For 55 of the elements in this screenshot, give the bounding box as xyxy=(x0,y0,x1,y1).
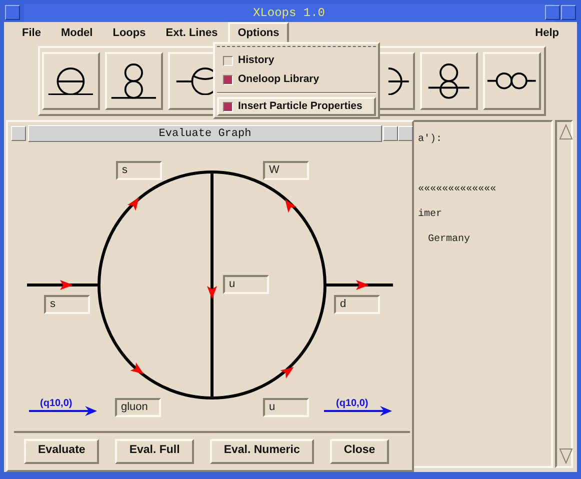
loop-diagram-icon xyxy=(427,62,471,100)
direction-arrow xyxy=(207,286,217,299)
external-line xyxy=(27,284,99,286)
checkbox[interactable] xyxy=(223,74,233,84)
menu-item[interactable]: Model xyxy=(50,22,103,44)
menu-option[interactable]: Insert Particle Properties xyxy=(217,97,376,116)
direction-arrow xyxy=(356,280,369,290)
particle-field[interactable]: u xyxy=(223,275,269,294)
external-line xyxy=(325,284,393,286)
momentum-label: (q10,0) xyxy=(40,397,72,411)
loop-diagram-button[interactable] xyxy=(483,52,541,110)
scrollbar[interactable] xyxy=(555,120,573,468)
scroll-up-arrow[interactable] xyxy=(559,124,573,140)
loop-diagram-button[interactable] xyxy=(105,52,163,110)
particle-field[interactable]: gluon xyxy=(115,398,161,417)
minimize-button[interactable] xyxy=(545,5,560,20)
menu-item[interactable]: Loops xyxy=(102,22,156,44)
checkbox[interactable] xyxy=(223,102,233,112)
loop-diagram-icon xyxy=(386,66,410,96)
direction-arrow xyxy=(280,366,294,379)
scroll-down-arrow[interactable] xyxy=(559,448,573,464)
loop-diagram-icon xyxy=(110,62,158,100)
text-line: a'): xyxy=(418,132,444,147)
window-menu-button[interactable] xyxy=(5,5,20,20)
dialog-title: Evaluate Graph xyxy=(28,125,382,142)
dialog-button[interactable]: Evaluate xyxy=(24,438,100,464)
text-line: Germany xyxy=(427,233,472,247)
dialog-button[interactable]: Eval. Numeric xyxy=(210,438,314,464)
particle-field[interactable]: u xyxy=(263,398,309,417)
particle-field[interactable]: W xyxy=(263,161,309,180)
text-line: imer xyxy=(418,208,444,222)
loop-diagram-icon xyxy=(47,66,95,96)
dialog-button[interactable]: Close xyxy=(330,438,390,464)
momentum-label: (q10,0) xyxy=(336,397,368,411)
menu-item[interactable]: File xyxy=(12,22,51,44)
particle-field[interactable]: d xyxy=(334,295,380,314)
menu-option[interactable]: History xyxy=(217,51,376,70)
window-title: XLoops 1.0 xyxy=(24,4,554,22)
dialog-button[interactable]: Eval. Full xyxy=(115,438,194,464)
checkbox[interactable] xyxy=(223,56,233,66)
loop-diagram-icon xyxy=(486,72,538,90)
menu-item[interactable]: Help xyxy=(525,22,569,44)
particle-field[interactable]: s xyxy=(44,295,90,314)
direction-arrow xyxy=(284,199,297,213)
tearoff-line[interactable] xyxy=(217,46,376,47)
text-line: ««««««««««««« xyxy=(418,183,498,197)
direction-arrow xyxy=(130,362,144,374)
particle-field[interactable]: s xyxy=(116,161,162,180)
loop-diagram-button[interactable] xyxy=(420,52,478,110)
maximize-button[interactable] xyxy=(561,5,576,20)
loop-diagram-button[interactable] xyxy=(42,52,100,110)
direction-arrow xyxy=(60,280,73,290)
direction-arrow xyxy=(127,197,140,211)
menu-item[interactable]: Ext. Lines xyxy=(156,22,228,44)
menu-option[interactable]: Oneloop Library xyxy=(217,70,376,89)
